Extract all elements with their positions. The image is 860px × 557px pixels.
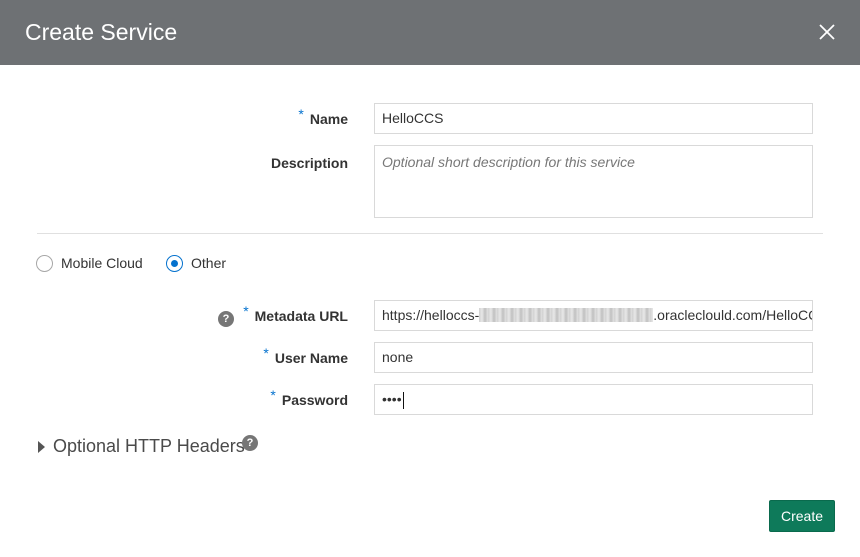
metadata-url-field[interactable]: https://helloccs- .oracleclould.com/Hello… — [374, 300, 813, 331]
password-label: * Password — [270, 387, 348, 408]
section-divider — [37, 233, 823, 234]
dialog-header: Create Service — [0, 0, 860, 65]
name-field[interactable]: HelloCCS — [374, 103, 813, 134]
help-icon[interactable]: ? — [218, 311, 234, 327]
close-icon — [819, 24, 835, 40]
help-icon[interactable]: ? — [242, 435, 258, 451]
radio-other-label: Other — [191, 255, 227, 271]
metadata-url-suffix: .oracleclould.com/HelloCC — [653, 307, 813, 323]
radio-other-circle — [166, 254, 183, 272]
close-button[interactable] — [812, 18, 842, 48]
metadata-url-label: * Metadata URL — [243, 303, 348, 324]
text-caret — [402, 391, 404, 409]
expand-triangle-icon — [38, 440, 45, 453]
dialog-title: Create Service — [25, 19, 178, 45]
optional-http-headers-label: Optional HTTP Headers — [53, 436, 245, 456]
required-marker: * — [298, 106, 304, 122]
radio-mobile-cloud-label: Mobile Cloud — [61, 255, 143, 271]
redacted-blur — [479, 308, 654, 323]
description-field[interactable]: Optional short description for this serv… — [374, 145, 813, 218]
user-name-value: none — [382, 349, 414, 365]
metadata-url-prefix: https://helloccs- — [382, 307, 480, 323]
password-field[interactable]: •••• — [374, 384, 813, 415]
name-label: * Name — [298, 106, 348, 127]
password-value: •••• — [382, 391, 402, 407]
radio-mobile-cloud-circle — [36, 254, 53, 272]
radio-other[interactable]: Other — [166, 254, 226, 272]
user-name-label: * User Name — [263, 345, 348, 366]
create-service-dialog: Create Service * Name HelloCCS Descriptio… — [0, 0, 860, 557]
description-placeholder: Optional short description for this serv… — [382, 154, 635, 170]
radio-mobile-cloud[interactable]: Mobile Cloud — [36, 254, 143, 272]
create-button[interactable]: Create — [769, 500, 835, 532]
optional-http-headers-toggle[interactable]: Optional HTTP Headers — [38, 436, 245, 457]
user-name-field[interactable]: none — [374, 342, 813, 373]
description-label: Description — [270, 155, 348, 171]
name-value: HelloCCS — [382, 110, 444, 126]
